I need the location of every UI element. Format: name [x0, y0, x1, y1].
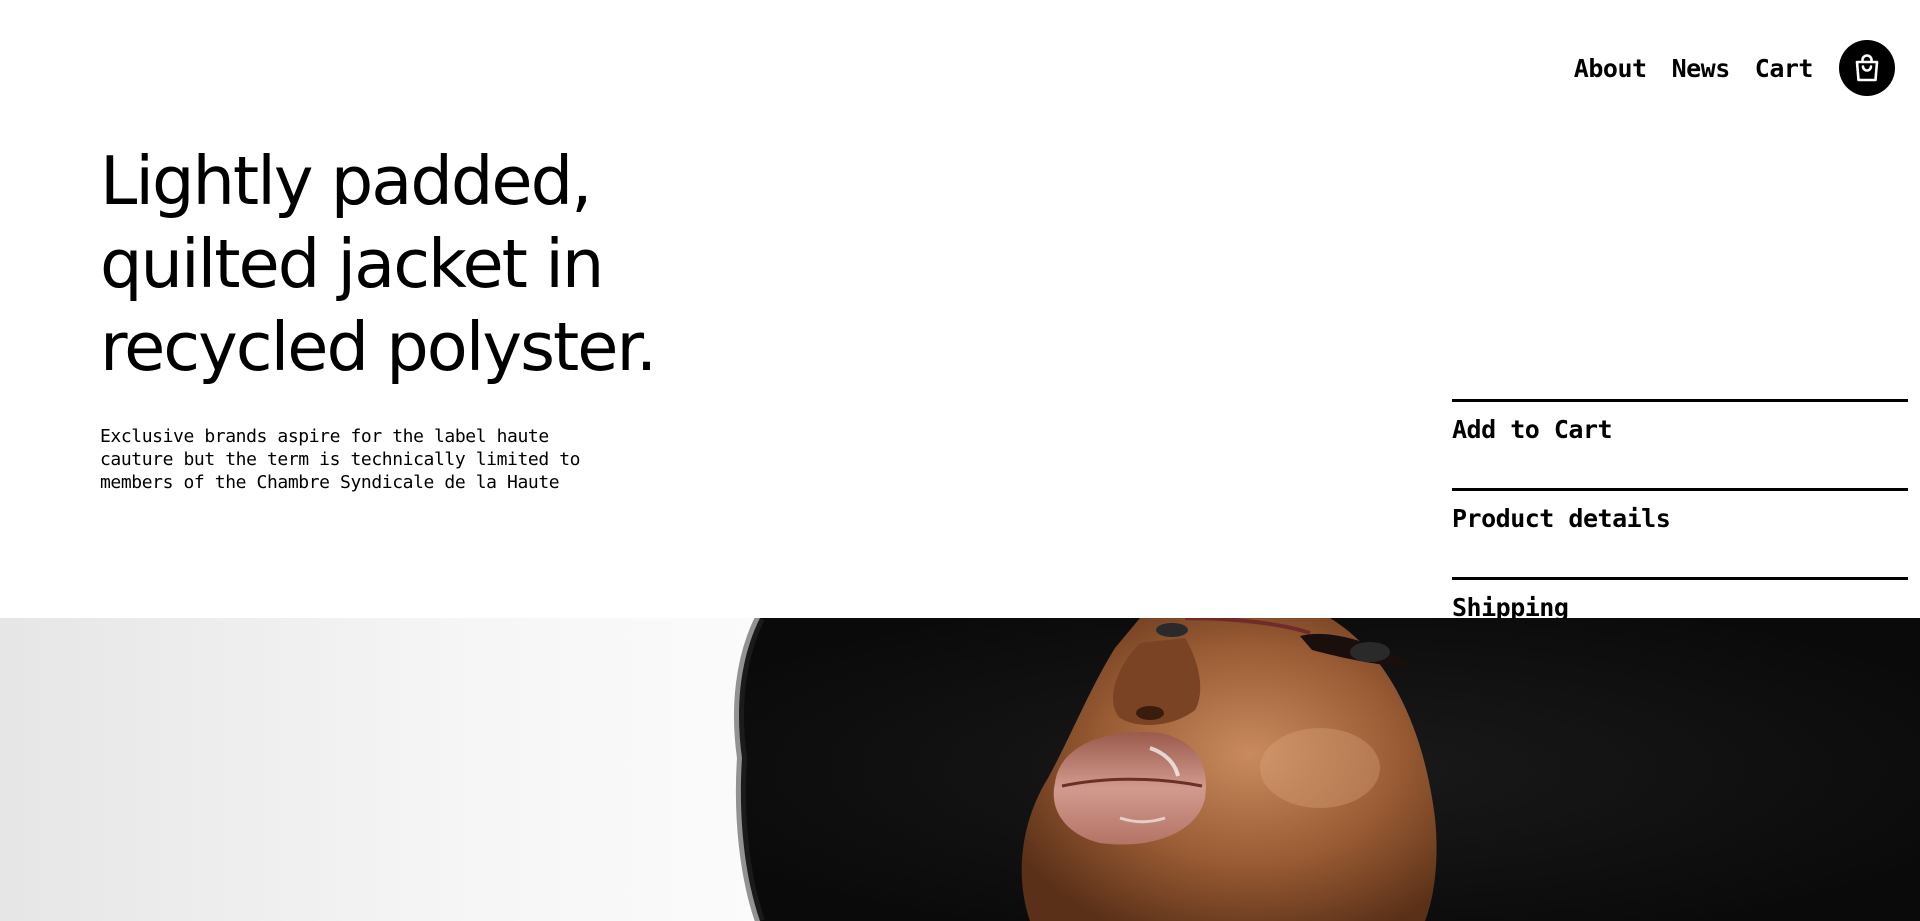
nav-link-about[interactable]: About: [1574, 54, 1647, 83]
nav-link-cart[interactable]: Cart: [1755, 54, 1814, 83]
headline-line: quilted jacket in: [100, 225, 604, 303]
product-page: About News Cart Lightly padded, quilted …: [0, 0, 1920, 921]
headline-line: Lightly padded,: [100, 142, 592, 220]
description-line: cauture but the term is technically limi…: [100, 449, 581, 470]
nav-link-news[interactable]: News: [1672, 54, 1731, 83]
shopping-bag-icon: [1855, 54, 1879, 82]
top-nav: About News Cart: [1574, 40, 1895, 96]
accordion-product-details[interactable]: Product details: [1452, 488, 1908, 577]
accordion-add-to-cart[interactable]: Add to Cart: [1452, 399, 1908, 488]
hero-photo: [0, 618, 1920, 921]
headline-line: recycled polyster.: [100, 308, 657, 386]
description-line: Exclusive brands aspire for the label ha…: [100, 426, 549, 447]
description-line: members of the Chambre Syndicale de la H…: [100, 472, 560, 493]
model-portrait-illustration: [734, 618, 1920, 921]
product-description: Exclusive brands aspire for the label ha…: [100, 425, 640, 494]
product-accordion: Add to Cart Product details Shipping: [1452, 399, 1908, 633]
product-headline: Lightly padded, quilted jacket in recycl…: [100, 140, 800, 389]
cart-button[interactable]: [1839, 40, 1895, 96]
